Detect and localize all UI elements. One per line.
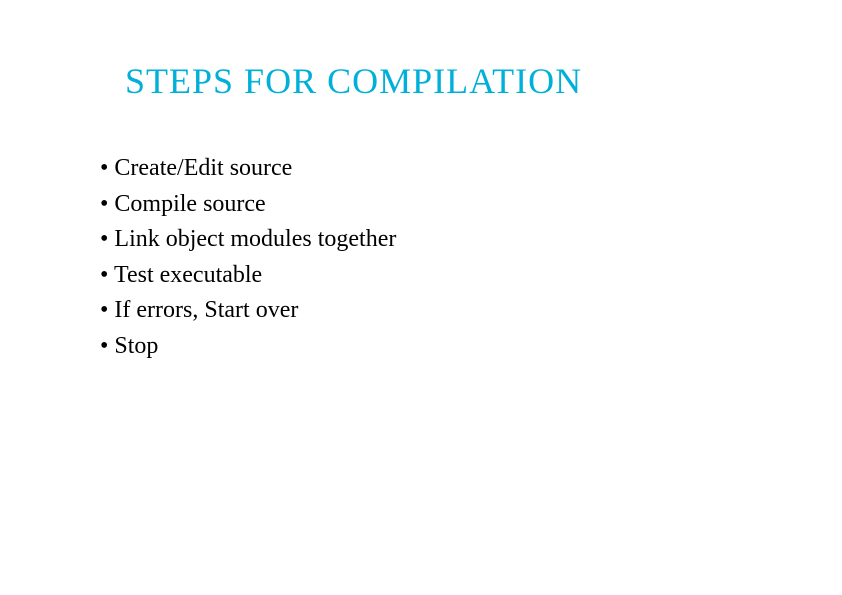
list-item: Create/Edit source — [100, 152, 742, 186]
list-item: Test executable — [100, 259, 742, 293]
slide-container: STEPS FOR COMPILATION Create/Edit source… — [0, 0, 842, 595]
list-item: Stop — [100, 330, 742, 364]
list-item: Compile source — [100, 188, 742, 222]
slide-title: STEPS FOR COMPILATION — [125, 60, 742, 102]
bullet-list: Create/Edit source Compile source Link o… — [100, 152, 742, 364]
list-item: Link object modules together — [100, 223, 742, 257]
list-item: If errors, Start over — [100, 294, 742, 328]
